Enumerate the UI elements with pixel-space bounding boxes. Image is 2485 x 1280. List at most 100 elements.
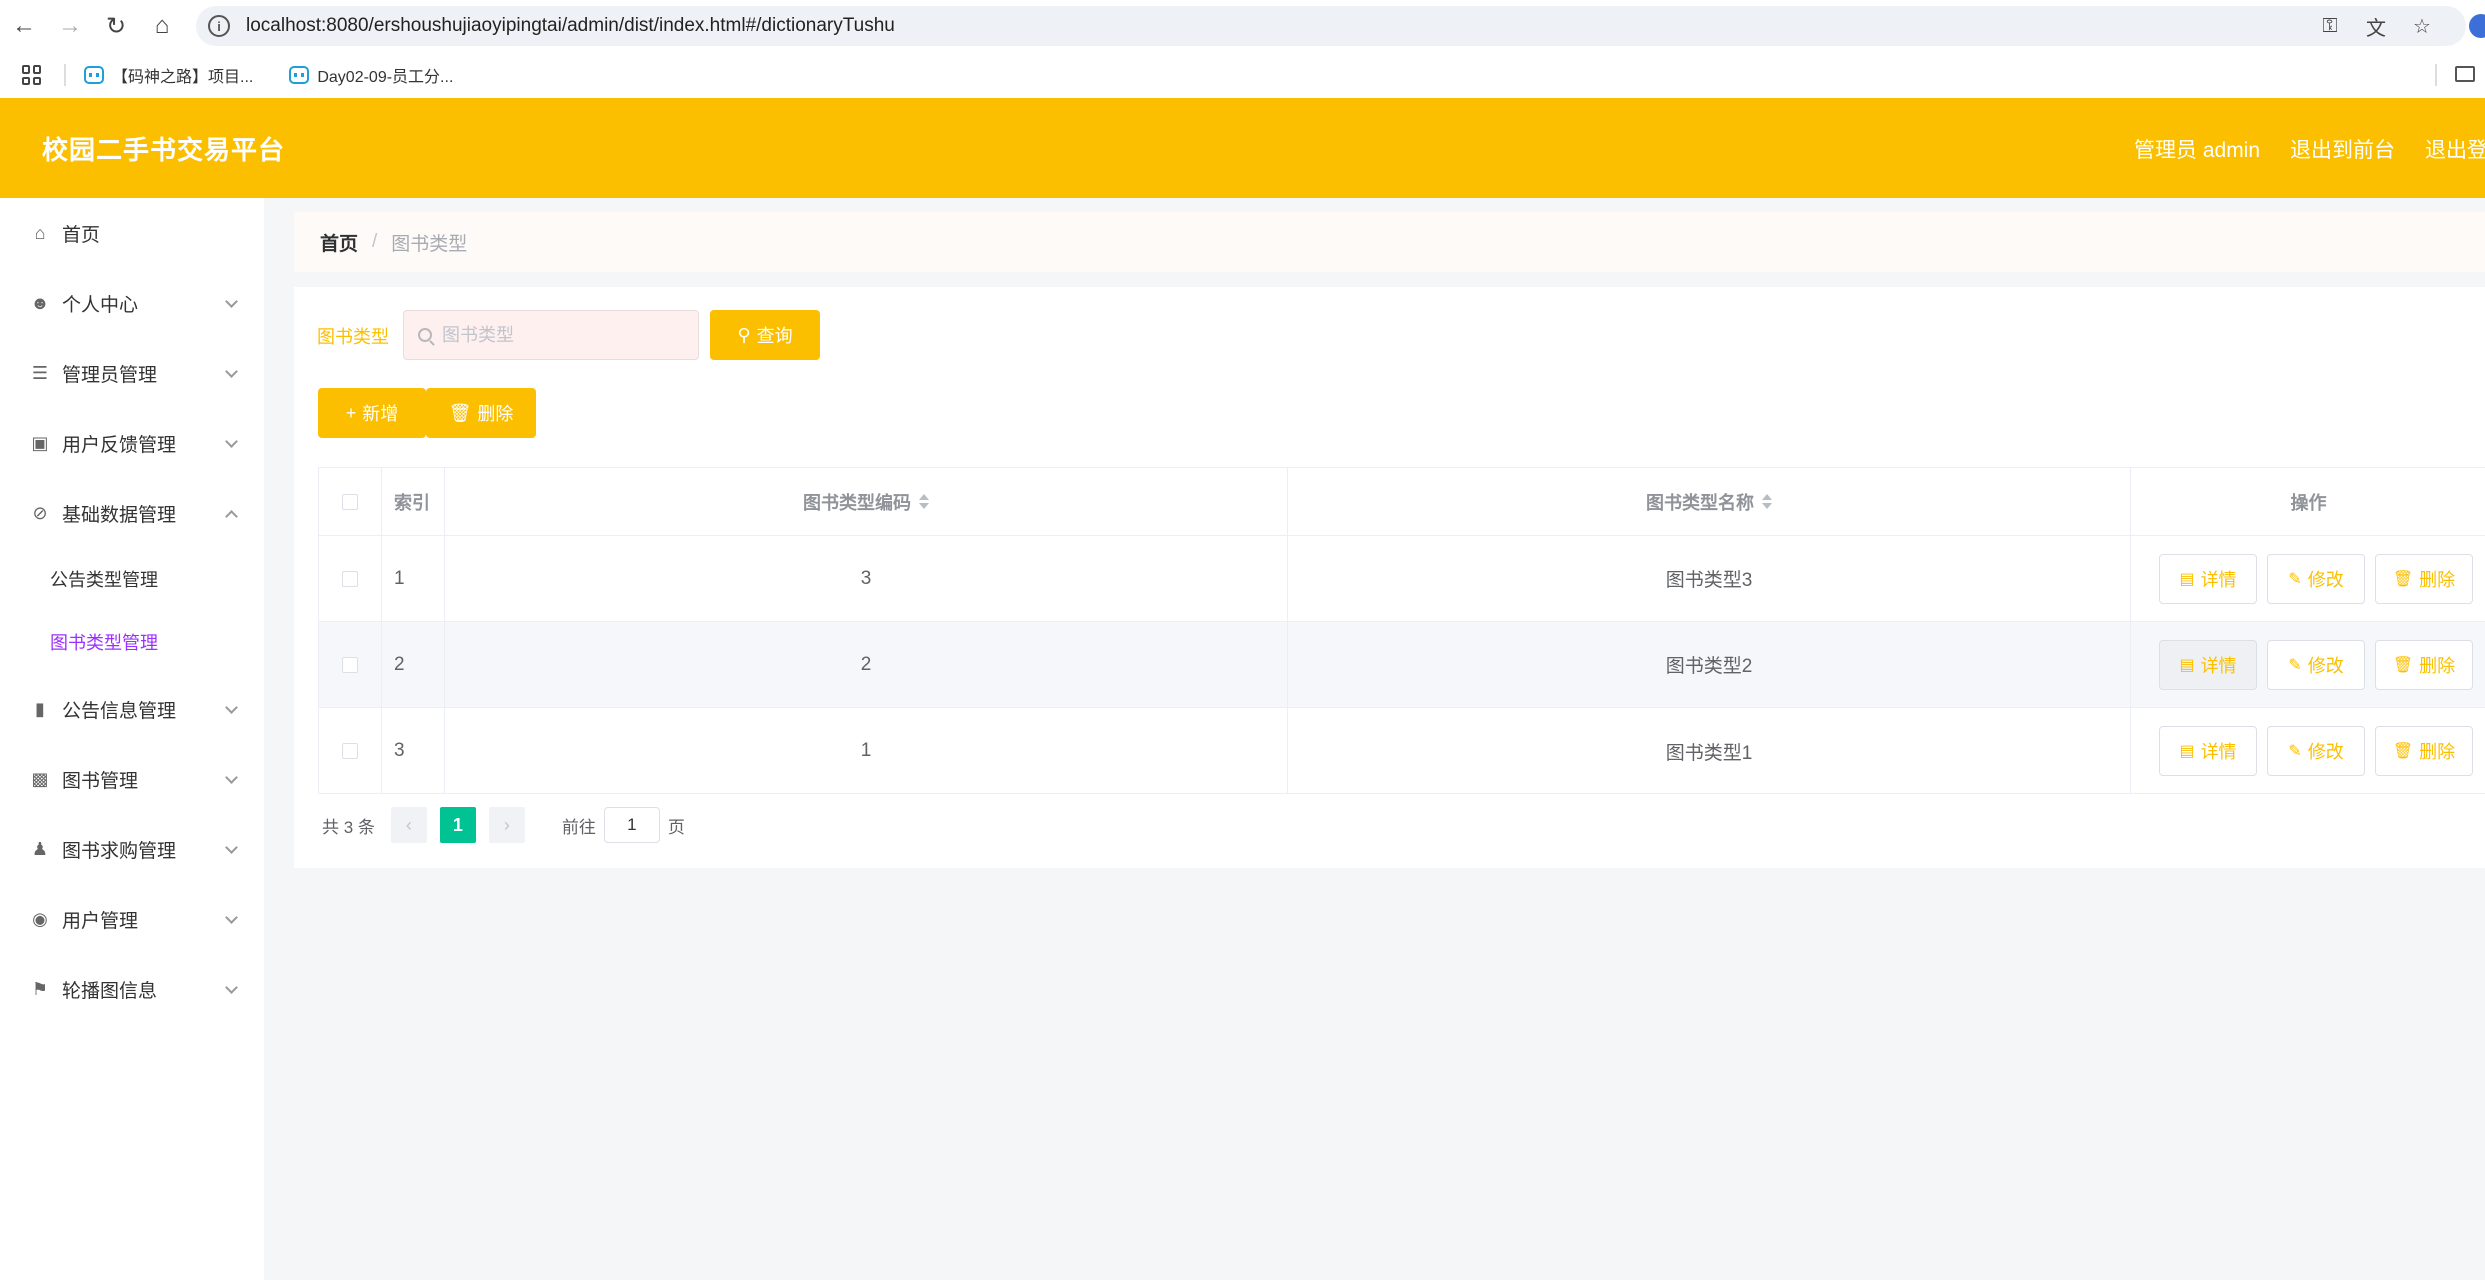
add-button[interactable]: + 新增 (318, 388, 426, 438)
detail-button[interactable]: ▤ 详情 (2159, 726, 2257, 776)
goto-prefix: 前往 (561, 817, 596, 837)
prev-page-icon[interactable]: ‹ (390, 807, 427, 843)
bookmark-star-icon[interactable]: ☆ (2408, 12, 2436, 40)
sidebar-item-label: 公告信息管理 (62, 700, 177, 722)
edit-icon: ✎ (2288, 743, 2302, 760)
breadcrumb-home[interactable]: 首页 (320, 229, 358, 256)
detail-button[interactable]: ▤ 详情 (2159, 639, 2257, 690)
row-checkbox[interactable] (342, 570, 358, 587)
header-code[interactable]: 图书类型编码 (445, 468, 1288, 535)
edit-label: 修改 (2307, 742, 2344, 762)
header-name[interactable]: 图书类型名称 (1288, 468, 2131, 535)
home-browser-icon[interactable]: ⌂ (140, 4, 184, 48)
user-icon: ☻ (30, 292, 50, 313)
url-text[interactable]: localhost:8080/ershoushujiaoyipingtai/ad… (246, 15, 895, 37)
logout-link[interactable]: 退出登录 (2425, 134, 2485, 164)
cell-name: 图书类型1 (1288, 708, 2131, 794)
sidebar-item-label: 管理员管理 (62, 364, 158, 386)
profile-avatar-icon[interactable] (2469, 14, 2485, 38)
sidebar-item-label: 轮播图信息 (62, 980, 158, 1002)
exit-to-front-link[interactable]: 退出到前台 (2290, 134, 2395, 164)
goto-page-input[interactable]: 1 (603, 807, 660, 843)
query-button[interactable]: ⚲ 查询 (710, 310, 820, 360)
detail-button[interactable]: ▤ 详情 (2159, 553, 2257, 604)
search-field[interactable] (403, 310, 699, 360)
header-code-label: 图书类型编码 (803, 492, 911, 513)
delete-button-label: 删除 (477, 404, 514, 424)
sidebar-item-notice-info[interactable]: ▮ 公告信息管理 (0, 677, 264, 741)
trash-icon: 🗑 (2392, 570, 2414, 588)
cell-name: 图书类型3 (1288, 536, 2131, 621)
password-key-icon[interactable]: ⚿ (2316, 12, 2344, 40)
delete-button[interactable]: 🗑 删除 (2375, 726, 2473, 776)
sidebar-item-carousel[interactable]: ⚑ 轮播图信息 (0, 957, 264, 1021)
bilibili-icon (84, 66, 104, 84)
edit-button[interactable]: ✎ 修改 (2267, 553, 2365, 604)
admin-user-label[interactable]: 管理员 admin (2134, 134, 2260, 164)
site-info-icon[interactable]: i (208, 15, 230, 37)
edit-icon: ✎ (2288, 656, 2302, 674)
sidebar-item-personal-center[interactable]: ☻ 个人中心 (0, 271, 264, 335)
chevron-down-icon (225, 295, 238, 308)
table-row: 2 2 图书类型2 ▤ 详情 ✎ 修改 🗑 删除 (319, 622, 2485, 708)
bar-chart-icon: ▩ (31, 768, 49, 789)
edit-button[interactable]: ✎ 修改 (2267, 726, 2365, 776)
sort-icon[interactable] (1762, 494, 1772, 509)
sidebar-item-home[interactable]: ⌂ 首页 (0, 201, 264, 265)
cell-index: 2 (382, 622, 445, 707)
page-number[interactable]: 1 (439, 807, 476, 843)
cell-actions: ▤ 详情 ✎ 修改 🗑 删除 (2131, 708, 2485, 794)
pagination: 共 3 条 ‹ 1 › 前往 1 页 (322, 807, 685, 843)
cell-code: 2 (445, 622, 1288, 707)
reload-icon[interactable]: ↻ (94, 4, 138, 48)
goto-suffix: 页 (667, 817, 685, 837)
sidebar-item-book-purchase[interactable]: ♟ 图书求购管理 (0, 817, 264, 881)
next-page-icon[interactable]: › (488, 807, 525, 843)
bookmark-label: Day02-09-员工分... (317, 69, 454, 86)
bell-off-icon: ⊘ (32, 502, 48, 523)
delete-label: 删除 (2419, 569, 2456, 590)
cell-index: 1 (382, 536, 445, 621)
sidebar-item-basic-data[interactable]: ⊘ 基础数据管理 (0, 481, 264, 545)
address-bar[interactable]: i localhost:8080/ershoushujiaoyipingtai/… (196, 6, 2466, 46)
sort-icon[interactable] (919, 494, 929, 509)
submenu-item-notice-type[interactable]: 公告类型管理 (0, 549, 264, 609)
content-card: 图书类型 ⚲ 查询 + 新增 🗑 删除 索引 图书类型编码 图书类型名称 (294, 287, 2485, 868)
sidebar-item-feedback-management[interactable]: ▣ 用户反馈管理 (0, 411, 264, 475)
sidebar-item-label: 个人中心 (62, 294, 139, 316)
sidebar-item-admin-management[interactable]: ☰ 管理员管理 (0, 341, 264, 405)
submenu-item-book-type[interactable]: 图书类型管理 (0, 612, 264, 672)
apps-grid-icon[interactable] (22, 65, 42, 85)
search-label: 图书类型 (317, 327, 389, 347)
bookmark-item[interactable]: 【码神之路】项目... (84, 63, 253, 87)
select-all-checkbox[interactable] (342, 493, 358, 510)
sidebar-item-user-management[interactable]: ◉ 用户管理 (0, 887, 264, 951)
cell-actions: ▤ 详情 ✎ 修改 🗑 删除 (2131, 622, 2485, 707)
delete-label: 删除 (2419, 655, 2456, 676)
delete-button[interactable]: 🗑 删除 (2375, 639, 2473, 690)
data-table: 索引 图书类型编码 图书类型名称 操作 1 3 图书类型3 ▤ 详情 ✎ 修改 🗑 删… (318, 467, 2485, 794)
bookmark-item[interactable]: Day02-09-员工分... (289, 63, 453, 87)
search-input[interactable] (442, 324, 682, 346)
detail-label: 详情 (2200, 742, 2237, 762)
sidebar-item-book-management[interactable]: ▩ 图书管理 (0, 747, 264, 811)
folder-icon[interactable] (2455, 66, 2475, 82)
bilibili-icon (289, 66, 310, 84)
row-checkbox-cell (319, 536, 382, 621)
translate-icon[interactable]: 文 (2362, 12, 2390, 40)
chevron-down-icon (225, 771, 238, 784)
back-icon[interactable]: ← (2, 4, 46, 48)
edit-button[interactable]: ✎ 修改 (2267, 639, 2365, 690)
edit-label: 修改 (2307, 655, 2344, 676)
clipboard-icon: ▣ (31, 432, 49, 453)
batch-delete-button[interactable]: 🗑 删除 (426, 388, 536, 438)
forward-icon[interactable]: → (48, 4, 92, 48)
document-icon: ▤ (2179, 570, 2195, 588)
edit-icon: ✎ (2288, 570, 2302, 588)
trash-icon: 🗑 (2392, 656, 2414, 674)
row-checkbox[interactable] (342, 743, 358, 759)
delete-button[interactable]: 🗑 删除 (2375, 553, 2473, 604)
row-checkbox[interactable] (342, 656, 358, 673)
bookmark-label: 【码神之路】项目... (112, 69, 254, 86)
breadcrumb-separator: / (372, 231, 378, 252)
